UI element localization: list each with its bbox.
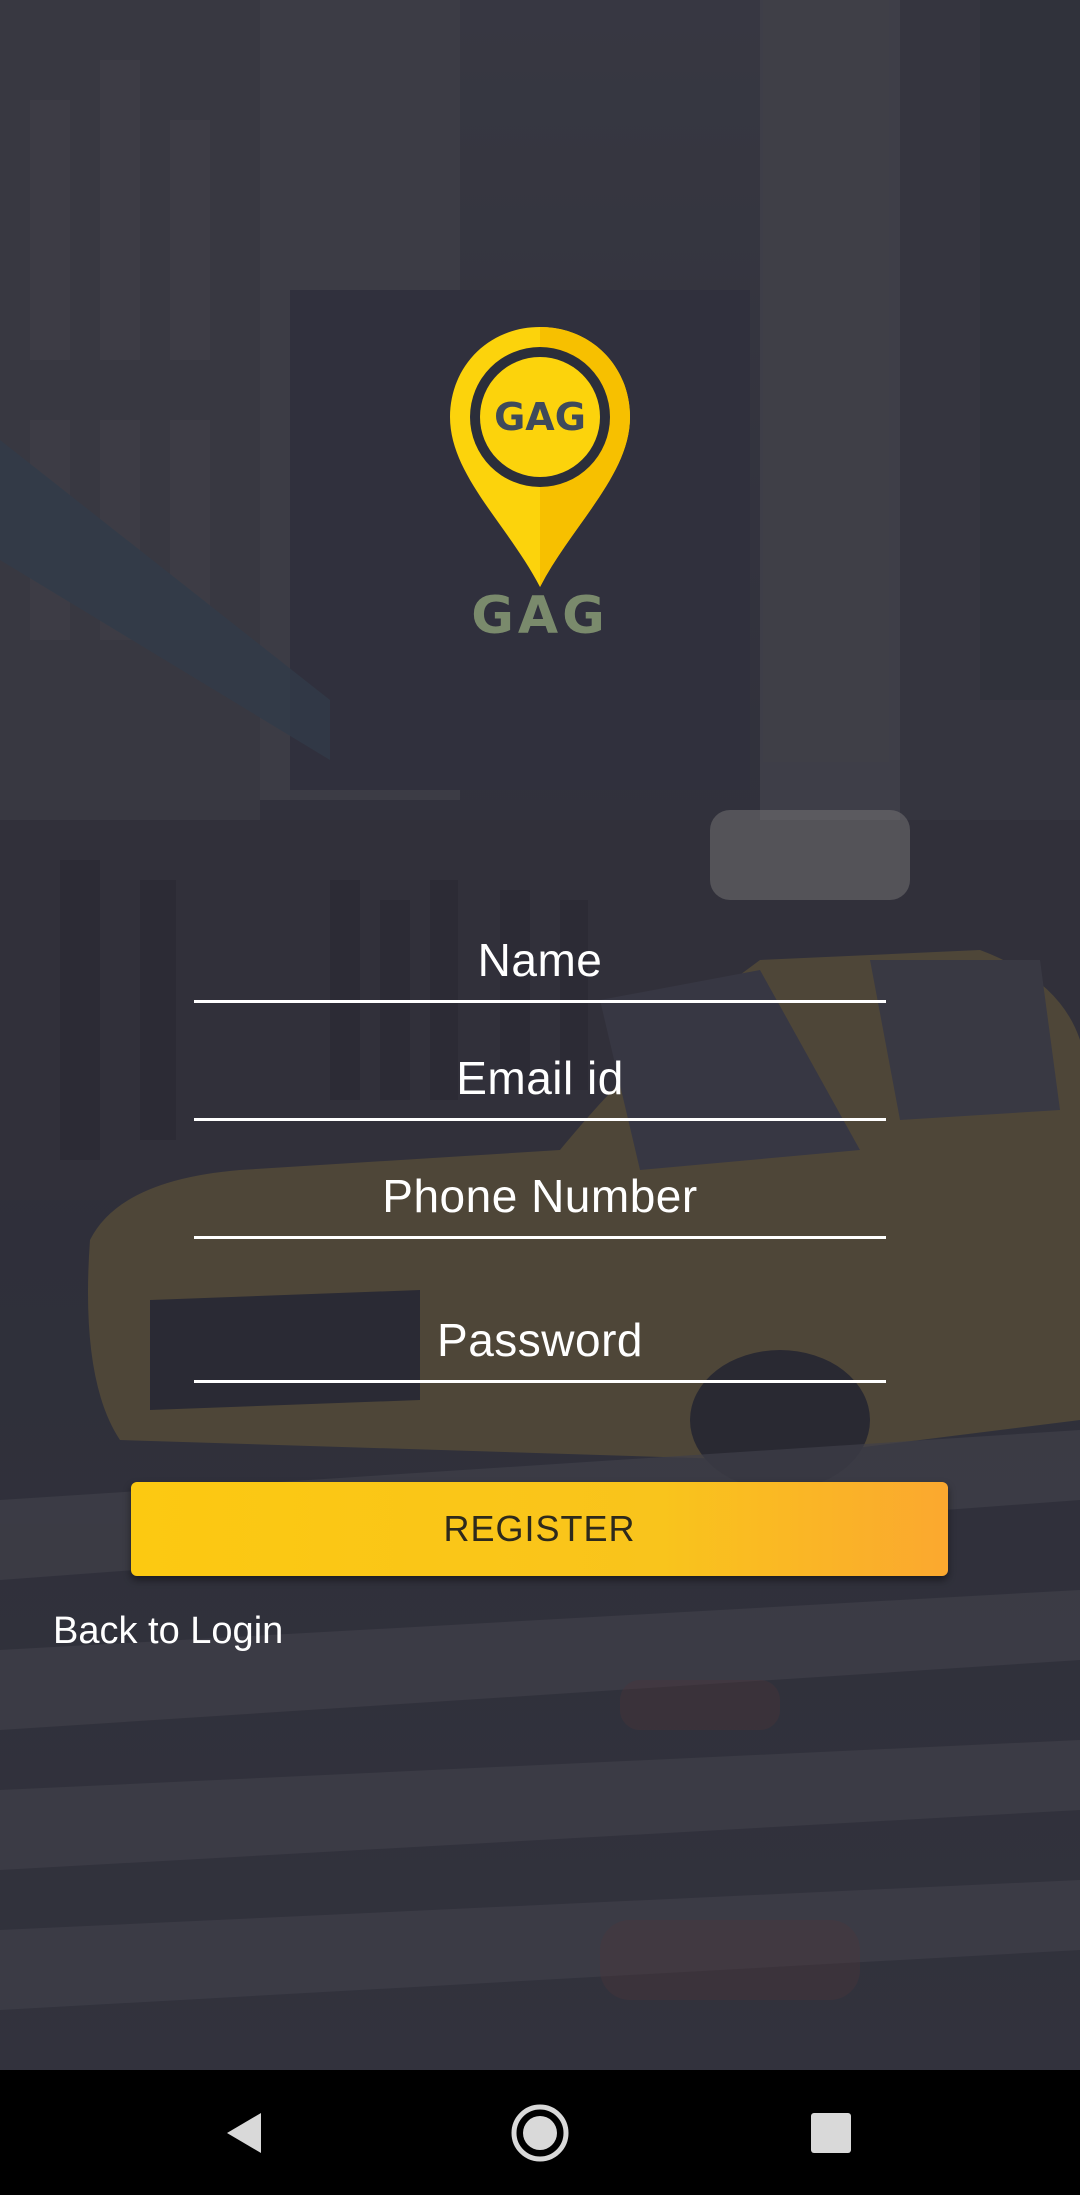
square-recents-icon xyxy=(811,2112,851,2153)
app-logo: GAG GAG xyxy=(448,325,632,646)
logo-wordmark: GAG xyxy=(471,586,609,645)
logo-badge-text: GAG xyxy=(494,395,586,439)
nav-recents-button[interactable] xyxy=(771,2070,891,2195)
phone-number-field[interactable]: Phone Number xyxy=(194,1166,886,1239)
name-placeholder: Name xyxy=(477,934,603,986)
register-button-label: REGISTER xyxy=(443,1508,636,1549)
phone-placeholder: Phone Number xyxy=(382,1170,698,1222)
email-placeholder: Email id xyxy=(456,1052,624,1104)
triangle-back-icon xyxy=(227,2112,261,2153)
nav-back-button[interactable] xyxy=(185,2070,305,2195)
password-placeholder: Password xyxy=(437,1314,643,1366)
register-screen: GAG GAG Name Email id Phone Number Passw… xyxy=(0,0,1080,2195)
password-field[interactable]: Password xyxy=(194,1310,886,1383)
back-to-login-link[interactable]: Back to Login xyxy=(53,1606,283,1656)
background-overlay xyxy=(0,0,1080,2070)
circle-home-icon xyxy=(511,2104,569,2161)
register-button[interactable]: REGISTER xyxy=(131,1482,948,1576)
nav-home-button[interactable] xyxy=(480,2070,600,2195)
email-field[interactable]: Email id xyxy=(194,1048,886,1121)
system-navigation-bar xyxy=(0,2070,1080,2195)
name-field[interactable]: Name xyxy=(194,930,886,1003)
location-pin-icon: GAG GAG xyxy=(450,327,630,646)
